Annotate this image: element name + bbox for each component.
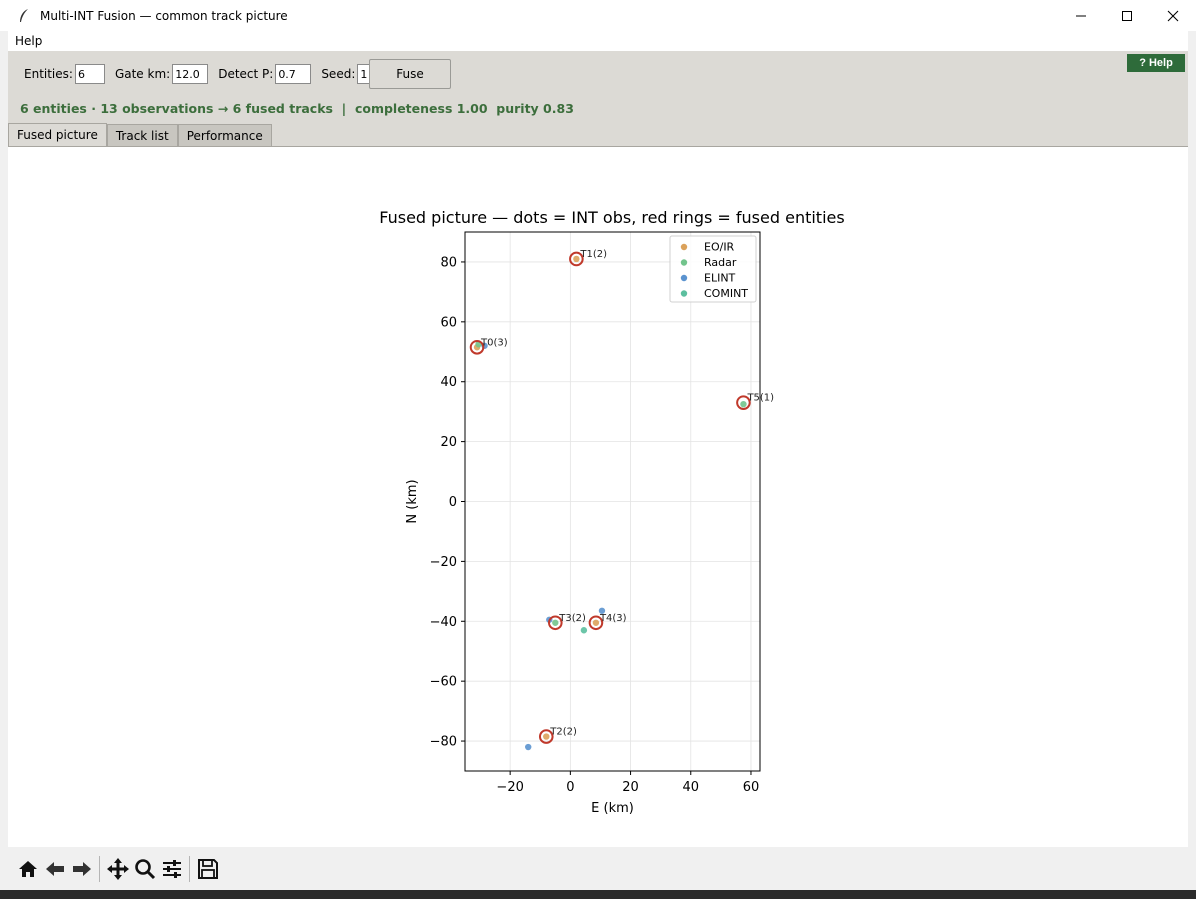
window-frame-bottom <box>0 890 1196 899</box>
save-icon[interactable] <box>194 854 221 884</box>
x-tick-label: 0 <box>566 780 574 795</box>
tab-track-list[interactable]: Track list <box>106 124 178 146</box>
minimize-button[interactable] <box>1058 0 1104 31</box>
legend-entry: Radar <box>704 256 737 269</box>
data-point-elint <box>525 743 532 751</box>
navigation-toolbar <box>8 847 1188 890</box>
menu-help[interactable]: Help <box>8 34 49 48</box>
x-axis-label: E (km) <box>591 801 634 816</box>
configure-icon[interactable] <box>158 854 185 884</box>
gate-label: Gate km: <box>114 67 171 81</box>
chart-title: Fused picture — dots = INT obs, red ring… <box>379 208 844 227</box>
close-button[interactable] <box>1150 0 1196 31</box>
legend-entry: COMINT <box>704 287 748 300</box>
y-tick-label: −20 <box>430 555 457 570</box>
y-tick-label: 0 <box>449 495 457 510</box>
fused-track-label: T3(2) <box>558 613 586 624</box>
legend-marker <box>680 259 688 266</box>
fuse-button[interactable]: Fuse <box>369 59 451 89</box>
window-title: Multi-INT Fusion — common track picture <box>40 8 288 23</box>
y-axis-label: N (km) <box>405 479 420 523</box>
data-point-eoir <box>592 619 600 626</box>
back-icon[interactable] <box>41 854 68 884</box>
y-tick-label: −60 <box>430 675 457 690</box>
feather-icon <box>14 6 34 26</box>
tab-fused-picture[interactable]: Fused picture <box>8 123 107 146</box>
menu-bar: Help <box>8 31 1188 51</box>
toolbar-separator <box>189 855 190 882</box>
data-point-eoir <box>573 255 580 263</box>
data-point-eoir <box>543 733 550 740</box>
detect-label: Detect P: <box>218 67 274 81</box>
zoom-icon[interactable] <box>131 854 158 884</box>
legend-marker <box>680 243 688 251</box>
x-tick-label: 60 <box>743 780 760 795</box>
x-tick-label: 40 <box>682 780 699 795</box>
x-tick-label: 20 <box>622 780 639 795</box>
data-point-radar <box>740 400 747 408</box>
plot-canvas[interactable]: −20 0 20 40 60 −80 −60 −40 −20 0 20 40 60 80 E (km) N (… <box>8 146 1188 847</box>
app-window: Multi-INT Fusion — common track picture … <box>0 0 1196 899</box>
fused-picture-chart: −20 0 20 40 60 −80 −60 −40 −20 0 20 40 60 80 E (km) N (… <box>379 208 844 816</box>
title-bar: Multi-INT Fusion — common track picture <box>0 0 1196 31</box>
data-point-radar <box>552 619 559 626</box>
data-point-comint <box>580 627 588 634</box>
legend-entry: ELINT <box>704 272 736 285</box>
forward-icon[interactable] <box>68 854 95 884</box>
x-tick-label: −20 <box>496 780 523 795</box>
legend-entry: EO/IR <box>704 241 735 254</box>
fused-track-label: T2(2) <box>549 727 577 738</box>
fused-track-label: T1(2) <box>579 249 607 260</box>
gate-input[interactable] <box>172 64 209 84</box>
tab-performance[interactable]: Performance <box>177 124 272 146</box>
y-tick-label: 20 <box>440 435 457 450</box>
detect-input[interactable] <box>275 64 312 84</box>
parameter-row: Entities: Gate km: Detect P: Seed: <box>24 64 397 84</box>
seed-label: Seed: <box>321 67 356 81</box>
fused-track-label: T5(1) <box>746 393 774 404</box>
tab-bar: Fused picture Track list Performance <box>8 123 272 146</box>
legend-marker <box>680 274 688 282</box>
entities-input[interactable] <box>74 64 105 84</box>
toolbar-separator <box>99 855 100 882</box>
maximize-button[interactable] <box>1104 0 1150 31</box>
summary-status: 6 entities · 13 observations → 6 fused t… <box>20 101 574 116</box>
fused-track-label: T0(3) <box>480 337 508 348</box>
entities-label: Entities: <box>24 67 73 81</box>
y-tick-label: 40 <box>440 375 457 390</box>
y-tick-label: −40 <box>430 615 457 630</box>
control-panel: Entities: Gate km: Detect P: Seed: Fuse … <box>8 51 1188 146</box>
fused-track-label: T4(3) <box>599 613 627 624</box>
legend-marker <box>680 290 688 297</box>
y-tick-label: −80 <box>430 735 457 750</box>
window-frame <box>0 31 8 890</box>
y-tick-label: 80 <box>440 255 457 270</box>
pan-icon[interactable] <box>104 854 131 884</box>
y-tick-label: 60 <box>440 315 457 330</box>
help-button[interactable]: ? Help <box>1127 54 1185 72</box>
home-icon[interactable] <box>14 854 41 884</box>
